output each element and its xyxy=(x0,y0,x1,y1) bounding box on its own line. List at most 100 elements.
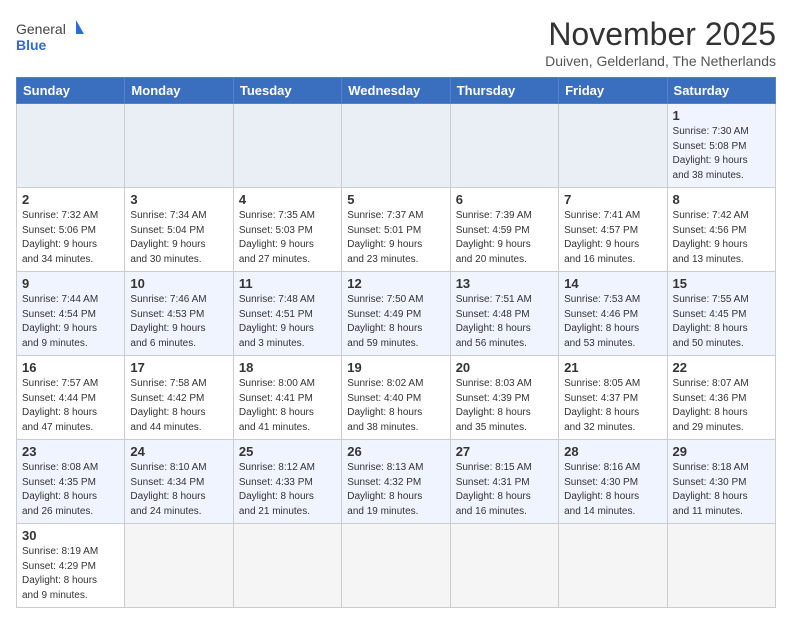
day-info: Sunrise: 7:41 AM Sunset: 4:57 PM Dayligh… xyxy=(564,209,661,267)
month-title: November 2025 xyxy=(545,16,776,53)
day-info: Sunrise: 8:12 AM Sunset: 4:33 PM Dayligh… xyxy=(239,461,336,519)
day-info: Sunrise: 7:34 AM Sunset: 5:04 PM Dayligh… xyxy=(130,209,227,267)
day-info: Sunrise: 8:19 AM Sunset: 4:29 PM Dayligh… xyxy=(22,545,119,603)
day-number: 14 xyxy=(564,276,661,291)
day-number: 7 xyxy=(564,192,661,207)
calendar-cell: 10 Sunrise: 7:46 AM Sunset: 4:53 PM Dayli… xyxy=(125,272,233,356)
calendar-cell xyxy=(559,104,667,188)
calendar-cell: 8 Sunrise: 7:42 AM Sunset: 4:56 PM Daylig… xyxy=(667,188,775,272)
calendar-cell: 11 Sunrise: 7:48 AM Sunset: 4:51 PM Dayli… xyxy=(233,272,341,356)
day-info: Sunrise: 8:15 AM Sunset: 4:31 PM Dayligh… xyxy=(456,461,553,519)
day-info: Sunrise: 8:07 AM Sunset: 4:36 PM Dayligh… xyxy=(673,377,770,435)
header-tuesday: Tuesday xyxy=(233,78,341,104)
svg-text:Blue: Blue xyxy=(16,37,47,53)
day-number: 4 xyxy=(239,192,336,207)
day-info: Sunrise: 7:57 AM Sunset: 4:44 PM Dayligh… xyxy=(22,377,119,435)
calendar-cell: 22 Sunrise: 8:07 AM Sunset: 4:36 PM Dayli… xyxy=(667,356,775,440)
day-info: Sunrise: 7:51 AM Sunset: 4:48 PM Dayligh… xyxy=(456,293,553,351)
day-number: 28 xyxy=(564,444,661,459)
calendar-cell: 28 Sunrise: 8:16 AM Sunset: 4:30 PM Dayli… xyxy=(559,440,667,524)
day-info: Sunrise: 7:58 AM Sunset: 4:42 PM Dayligh… xyxy=(130,377,227,435)
calendar-cell: 15 Sunrise: 7:55 AM Sunset: 4:45 PM Dayli… xyxy=(667,272,775,356)
calendar-cell: 23Sunrise: 8:08 AM Sunset: 4:35 PM Dayli… xyxy=(17,440,125,524)
day-info: Sunrise: 7:48 AM Sunset: 4:51 PM Dayligh… xyxy=(239,293,336,351)
calendar-cell: 19Sunrise: 8:02 AM Sunset: 4:40 PM Dayli… xyxy=(342,356,450,440)
calendar-cell: 17Sunrise: 7:58 AM Sunset: 4:42 PM Dayli… xyxy=(125,356,233,440)
header-sunday: Sunday xyxy=(17,78,125,104)
day-number: 1 xyxy=(673,108,770,123)
header-friday: Friday xyxy=(559,78,667,104)
calendar-cell: 24Sunrise: 8:10 AM Sunset: 4:34 PM Dayli… xyxy=(125,440,233,524)
calendar-cell: 13 Sunrise: 7:51 AM Sunset: 4:48 PM Dayli… xyxy=(450,272,558,356)
day-number: 30 xyxy=(22,528,119,543)
calendar-cell xyxy=(17,104,125,188)
day-number: 11 xyxy=(239,276,336,291)
day-number: 12 xyxy=(347,276,444,291)
day-number: 9 xyxy=(22,276,119,291)
title-block: November 2025 Duiven, Gelderland, The Ne… xyxy=(545,16,776,69)
calendar-cell xyxy=(342,524,450,608)
day-info: Sunrise: 7:42 AM Sunset: 4:56 PM Dayligh… xyxy=(673,209,770,267)
day-info: Sunrise: 8:18 AM Sunset: 4:30 PM Dayligh… xyxy=(673,461,770,519)
day-info: Sunrise: 7:30 AM Sunset: 5:08 PM Dayligh… xyxy=(673,125,770,183)
generalblue-logo: General Blue xyxy=(16,16,86,58)
calendar-cell: 30 Sunrise: 8:19 AM Sunset: 4:29 PM Dayli… xyxy=(17,524,125,608)
calendar-cell: 2 Sunrise: 7:32 AM Sunset: 5:06 PM Daylig… xyxy=(17,188,125,272)
day-number: 8 xyxy=(673,192,770,207)
day-number: 18 xyxy=(239,360,336,375)
calendar-cell xyxy=(450,104,558,188)
calendar-cell: 26 Sunrise: 8:13 AM Sunset: 4:32 PM Dayli… xyxy=(342,440,450,524)
header-monday: Monday xyxy=(125,78,233,104)
calendar-cell xyxy=(125,104,233,188)
day-number: 22 xyxy=(673,360,770,375)
day-info: Sunrise: 8:05 AM Sunset: 4:37 PM Dayligh… xyxy=(564,377,661,435)
day-number: 25 xyxy=(239,444,336,459)
calendar-cell: 1 Sunrise: 7:30 AM Sunset: 5:08 PM Daylig… xyxy=(667,104,775,188)
calendar-week-row: 30 Sunrise: 8:19 AM Sunset: 4:29 PM Dayli… xyxy=(17,524,776,608)
day-number: 15 xyxy=(673,276,770,291)
day-number: 3 xyxy=(130,192,227,207)
header-wednesday: Wednesday xyxy=(342,78,450,104)
day-info: Sunrise: 8:00 AM Sunset: 4:41 PM Dayligh… xyxy=(239,377,336,435)
day-number: 19 xyxy=(347,360,444,375)
day-number: 10 xyxy=(130,276,227,291)
day-info: Sunrise: 8:03 AM Sunset: 4:39 PM Dayligh… xyxy=(456,377,553,435)
day-number: 26 xyxy=(347,444,444,459)
day-number: 20 xyxy=(456,360,553,375)
calendar-week-row: 1 Sunrise: 7:30 AM Sunset: 5:08 PM Daylig… xyxy=(17,104,776,188)
day-info: Sunrise: 7:32 AM Sunset: 5:06 PM Dayligh… xyxy=(22,209,119,267)
day-info: Sunrise: 8:13 AM Sunset: 4:32 PM Dayligh… xyxy=(347,461,444,519)
day-number: 13 xyxy=(456,276,553,291)
day-number: 23 xyxy=(22,444,119,459)
day-info: Sunrise: 8:10 AM Sunset: 4:34 PM Dayligh… xyxy=(130,461,227,519)
day-info: Sunrise: 7:55 AM Sunset: 4:45 PM Dayligh… xyxy=(673,293,770,351)
day-info: Sunrise: 7:39 AM Sunset: 4:59 PM Dayligh… xyxy=(456,209,553,267)
calendar-cell: 25 Sunrise: 8:12 AM Sunset: 4:33 PM Dayli… xyxy=(233,440,341,524)
calendar-cell xyxy=(233,524,341,608)
location-title: Duiven, Gelderland, The Netherlands xyxy=(545,53,776,69)
calendar-cell xyxy=(342,104,450,188)
calendar-cell: 21Sunrise: 8:05 AM Sunset: 4:37 PM Dayli… xyxy=(559,356,667,440)
day-number: 6 xyxy=(456,192,553,207)
calendar-cell xyxy=(233,104,341,188)
calendar-cell: 16Sunrise: 7:57 AM Sunset: 4:44 PM Dayli… xyxy=(17,356,125,440)
calendar-week-row: 16Sunrise: 7:57 AM Sunset: 4:44 PM Dayli… xyxy=(17,356,776,440)
day-info: Sunrise: 7:53 AM Sunset: 4:46 PM Dayligh… xyxy=(564,293,661,351)
header-thursday: Thursday xyxy=(450,78,558,104)
calendar-cell xyxy=(450,524,558,608)
calendar-cell: 5Sunrise: 7:37 AM Sunset: 5:01 PM Daylig… xyxy=(342,188,450,272)
day-number: 27 xyxy=(456,444,553,459)
calendar-header-row: SundayMondayTuesdayWednesdayThursdayFrid… xyxy=(17,78,776,104)
day-info: Sunrise: 8:16 AM Sunset: 4:30 PM Dayligh… xyxy=(564,461,661,519)
calendar-cell: 3 Sunrise: 7:34 AM Sunset: 5:04 PM Daylig… xyxy=(125,188,233,272)
calendar-table: SundayMondayTuesdayWednesdayThursdayFrid… xyxy=(16,77,776,608)
calendar-cell: 18 Sunrise: 8:00 AM Sunset: 4:41 PM Dayli… xyxy=(233,356,341,440)
day-number: 5 xyxy=(347,192,444,207)
header-saturday: Saturday xyxy=(667,78,775,104)
day-info: Sunrise: 7:46 AM Sunset: 4:53 PM Dayligh… xyxy=(130,293,227,351)
logo: General Blue xyxy=(16,16,86,58)
day-info: Sunrise: 7:35 AM Sunset: 5:03 PM Dayligh… xyxy=(239,209,336,267)
day-number: 2 xyxy=(22,192,119,207)
calendar-week-row: 9Sunrise: 7:44 AM Sunset: 4:54 PM Daylig… xyxy=(17,272,776,356)
calendar-week-row: 2 Sunrise: 7:32 AM Sunset: 5:06 PM Daylig… xyxy=(17,188,776,272)
